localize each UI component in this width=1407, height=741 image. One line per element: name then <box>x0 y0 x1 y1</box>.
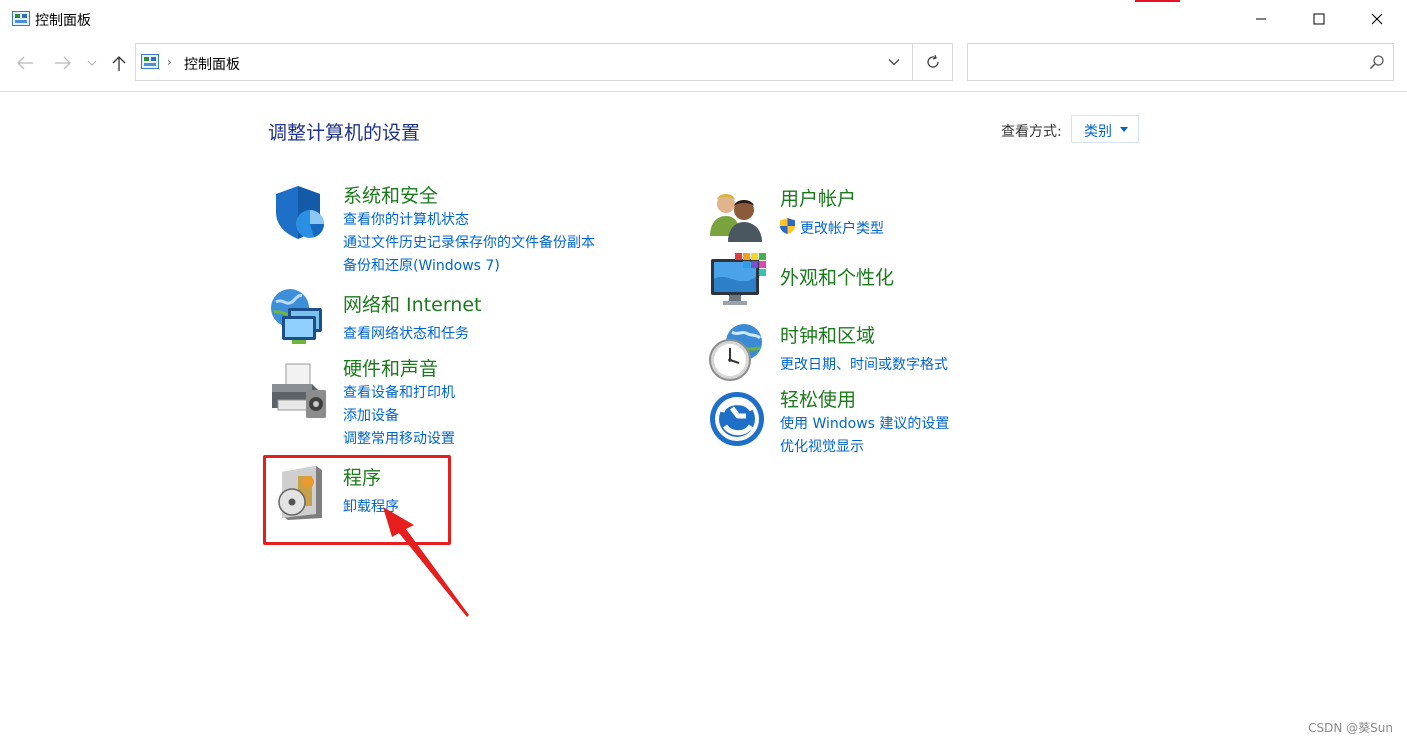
view-by-value: 类别 <box>1084 124 1112 140</box>
close-button[interactable] <box>1348 0 1406 38</box>
view-by-label: 查看方式: <box>1001 124 1062 140</box>
category-title-network-internet[interactable]: 网络和 Internet <box>343 290 481 317</box>
accent-strip <box>1135 0 1180 2</box>
link-change-account-type[interactable]: 更改帐户类型 <box>800 218 884 238</box>
uac-shield-icon <box>780 218 795 234</box>
printer-icon <box>272 363 326 418</box>
link-devices-printers[interactable]: 查看设备和打印机 <box>343 382 455 402</box>
maximize-icon <box>1313 13 1325 25</box>
maximize-button[interactable] <box>1290 0 1348 38</box>
network-icon <box>271 289 322 344</box>
category-title-ease-of-access[interactable]: 轻松使用 <box>780 385 856 412</box>
chevron-down-icon <box>888 59 900 66</box>
breadcrumb-control-panel[interactable]: 控制面板 <box>184 54 240 74</box>
category-title-user-accounts[interactable]: 用户帐户 <box>780 184 856 211</box>
back-button[interactable] <box>13 50 37 76</box>
page-title: 调整计算机的设置 <box>268 122 421 144</box>
address-history-button[interactable] <box>876 44 912 80</box>
forward-arrow-icon <box>55 56 71 70</box>
category-title-clock-region[interactable]: 时钟和区域 <box>780 321 875 348</box>
breadcrumb-separator-icon: › <box>167 55 172 69</box>
search-icon <box>1369 55 1384 70</box>
search-box[interactable] <box>967 43 1394 81</box>
link-mobility-settings[interactable]: 调整常用移动设置 <box>343 428 455 448</box>
link-view-computer-status[interactable]: 查看你的计算机状态 <box>343 209 469 229</box>
annotation-arrow-icon <box>383 507 469 617</box>
title-bar: 控制面板 <box>0 0 1407 38</box>
address-bar[interactable]: › 控制面板 <box>135 43 953 81</box>
category-title-system-security[interactable]: 系统和安全 <box>343 181 438 208</box>
ease-of-access-icon <box>710 392 764 446</box>
back-arrow-icon <box>17 56 33 70</box>
users-icon <box>710 194 762 242</box>
link-network-status[interactable]: 查看网络状态和任务 <box>343 323 469 343</box>
link-windows-recommended-settings[interactable]: 使用 Windows 建议的设置 <box>780 413 949 433</box>
caret-down-icon <box>1120 127 1128 132</box>
control-panel-icon <box>141 54 159 69</box>
link-optimize-visual-display[interactable]: 优化视觉显示 <box>780 436 864 456</box>
link-file-history-backup[interactable]: 通过文件历史记录保存你的文件备份副本 <box>343 232 595 252</box>
forward-button[interactable] <box>51 50 75 76</box>
refresh-icon <box>927 54 939 68</box>
minimize-button[interactable] <box>1232 0 1290 38</box>
toolbar-divider <box>0 91 1407 92</box>
recent-locations-button[interactable] <box>82 50 102 76</box>
link-change-date-time-format[interactable]: 更改日期、时间或数字格式 <box>780 354 948 374</box>
up-button[interactable] <box>107 50 131 76</box>
personalization-icon <box>711 253 766 305</box>
control-panel-icon <box>12 11 30 26</box>
refresh-button[interactable] <box>913 44 953 80</box>
search-input[interactable] <box>974 50 1358 76</box>
minimize-icon <box>1256 18 1266 20</box>
shield-icon <box>276 186 324 239</box>
close-icon <box>1371 13 1383 25</box>
category-title-hardware-sound[interactable]: 硬件和声音 <box>343 354 438 381</box>
link-add-device[interactable]: 添加设备 <box>343 405 399 425</box>
category-title-appearance[interactable]: 外观和个性化 <box>780 263 894 290</box>
window-title: 控制面板 <box>35 13 91 29</box>
clock-globe-icon <box>709 324 762 381</box>
watermark: CSDN @葵Sun <box>1308 721 1393 735</box>
chevron-down-icon <box>87 60 97 66</box>
view-by-dropdown[interactable]: 类别 <box>1071 115 1139 143</box>
up-arrow-icon <box>112 56 126 71</box>
link-backup-restore[interactable]: 备份和还原(Windows 7) <box>343 255 500 275</box>
